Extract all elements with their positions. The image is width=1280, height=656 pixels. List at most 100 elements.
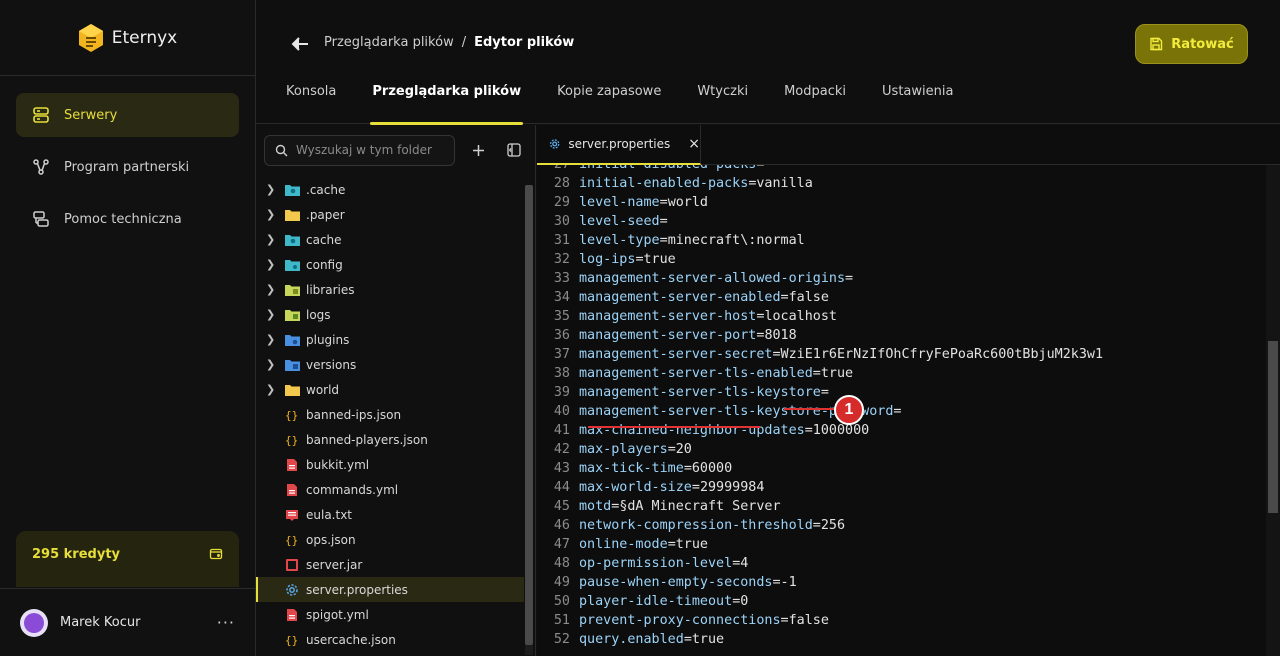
code-line[interactable]: 39 management-server-tls-keystore= xyxy=(537,383,1103,402)
chevron-right-icon[interactable]: ❯ xyxy=(266,308,280,321)
code-line[interactable]: 38 management-server-tls-enabled=true xyxy=(537,364,1103,383)
file-item[interactable]: ❯server.properties xyxy=(256,577,524,602)
txt-icon xyxy=(284,508,300,522)
property-value: 8018 xyxy=(764,328,797,343)
property-value: false xyxy=(788,613,829,628)
tab-file-browser[interactable]: Przeglądarka plików xyxy=(370,84,523,125)
code-line[interactable]: 43 max-tick-time=60000 xyxy=(537,459,1103,478)
tab-console[interactable]: Konsola xyxy=(286,84,336,124)
folder-item[interactable]: ❯ config xyxy=(256,252,524,277)
line-number: 33 xyxy=(553,271,570,286)
folder-item[interactable]: ❯ logs xyxy=(256,302,524,327)
folder-item[interactable]: ❯ world xyxy=(256,377,524,402)
chevron-right-icon[interactable]: ❯ xyxy=(266,333,280,346)
file-tree-scrollbar[interactable] xyxy=(525,185,533,655)
code-line[interactable]: 42 max-players=20 xyxy=(537,440,1103,459)
file-item[interactable]: ❯{}ops.json xyxy=(256,527,524,552)
editor-tab-server-properties[interactable]: server.properties × xyxy=(537,125,701,165)
code-line[interactable]: 27initial-disabled-packs= xyxy=(537,165,1103,174)
user-profile[interactable]: Marek Kocur ··· xyxy=(0,588,255,656)
tab-backups[interactable]: Kopie zapasowe xyxy=(557,84,661,124)
line-number: 50 xyxy=(553,594,570,609)
file-name: server.jar xyxy=(306,557,363,572)
code-line[interactable]: 47 online-mode=true xyxy=(537,535,1103,554)
code-line[interactable]: 48 op-permission-level=4 xyxy=(537,554,1103,573)
gear-icon xyxy=(284,583,300,597)
folder-item[interactable]: ❯ .paper xyxy=(256,202,524,227)
code-line[interactable]: 29 level-name=world xyxy=(537,193,1103,212)
yml-icon xyxy=(284,483,300,497)
close-icon[interactable]: × xyxy=(688,136,700,152)
code-line[interactable]: 31 level-type=minecraft\:normal xyxy=(537,231,1103,250)
sidebar-item-support[interactable]: Pomoc techniczna xyxy=(16,197,239,241)
code-area[interactable]: 27initial-disabled-packs= 28 initial-enabl… xyxy=(537,165,1267,656)
file-item[interactable]: ❯server.jar xyxy=(256,552,524,577)
code-line[interactable]: 51 prevent-proxy-connections=false xyxy=(537,611,1103,630)
chevron-right-icon[interactable]: ❯ xyxy=(266,383,280,396)
line-number: 49 xyxy=(553,575,570,590)
tab-plugins[interactable]: Wtyczki xyxy=(697,84,748,124)
code-line[interactable]: 35 management-server-host=localhost xyxy=(537,307,1103,326)
code-line[interactable]: 49 pause-when-empty-seconds=-1 xyxy=(537,573,1103,592)
more-options-icon[interactable]: ··· xyxy=(217,613,235,632)
file-item[interactable]: ❯{}usercache.json xyxy=(256,627,524,652)
property-value: 1000000 xyxy=(812,423,870,438)
code-line[interactable]: 33 management-server-allowed-origins= xyxy=(537,269,1103,288)
code-line[interactable]: 34 management-server-enabled=false xyxy=(537,288,1103,307)
property-value: minecraft\:normal xyxy=(667,233,805,248)
chevron-right-icon[interactable]: ❯ xyxy=(266,183,280,196)
property-key: management-server-tls-enabled xyxy=(579,366,813,381)
scrollbar-thumb[interactable] xyxy=(525,185,533,645)
file-item[interactable]: ❯spigot.yml xyxy=(256,602,524,627)
scrollbar-thumb[interactable] xyxy=(1268,341,1278,513)
chevron-right-icon[interactable]: ❯ xyxy=(266,283,280,296)
folder-item[interactable]: ❯ cache xyxy=(256,227,524,252)
folder-item[interactable]: ❯ .cache xyxy=(256,177,524,202)
chevron-right-icon[interactable]: ❯ xyxy=(266,358,280,371)
file-item[interactable]: ❯commands.yml xyxy=(256,477,524,502)
code-line[interactable]: 40 management-server-tls-keystore-passwor… xyxy=(537,402,1103,421)
code-line[interactable]: 32 log-ips=true xyxy=(537,250,1103,269)
tab-modpacks[interactable]: Modpacki xyxy=(784,84,846,124)
sidebar-item-partner[interactable]: Program partnerski xyxy=(16,145,239,189)
save-button[interactable]: Ratować xyxy=(1135,24,1248,64)
file-item[interactable]: ❯eula.txt xyxy=(256,502,524,527)
toggle-panel-button[interactable] xyxy=(501,137,527,163)
sidebar-item-servers[interactable]: Serwery xyxy=(16,93,239,137)
code-line[interactable]: 45 motd=§dA Minecraft Server xyxy=(537,497,1103,516)
chevron-right-icon[interactable]: ❯ xyxy=(266,233,280,246)
search-input[interactable] xyxy=(296,143,446,157)
code-line[interactable]: 52 query.enabled=true xyxy=(537,630,1103,649)
folder-item[interactable]: ❯ libraries xyxy=(256,277,524,302)
chevron-right-icon[interactable]: ❯ xyxy=(266,208,280,221)
code-line[interactable]: 37 management-server-secret=WziE1r6ErNzIf… xyxy=(537,345,1103,364)
code-line[interactable]: 41 max-chained-neighbor-updates=1000000 xyxy=(537,421,1103,440)
folder-item[interactable]: ❯ plugins xyxy=(256,327,524,352)
code-line[interactable]: 36 management-server-port=8018 xyxy=(537,326,1103,345)
code-line[interactable]: 44 max-world-size=29999984 xyxy=(537,478,1103,497)
property-key: initial-enabled-packs xyxy=(579,176,749,191)
brand[interactable]: Eternyx xyxy=(0,0,255,76)
property-value: vanilla xyxy=(756,176,813,191)
code-line[interactable]: 28 initial-enabled-packs=vanilla xyxy=(537,174,1103,193)
add-file-button[interactable] xyxy=(465,137,491,163)
code-line[interactable]: 46 network-compression-threshold=256 xyxy=(537,516,1103,535)
back-arrow-icon[interactable] xyxy=(290,34,310,54)
file-item[interactable]: ❯bukkit.yml xyxy=(256,452,524,477)
sidebar-toggle-icon xyxy=(507,143,521,157)
tab-settings[interactable]: Ustawienia xyxy=(882,84,953,124)
breadcrumb-file-browser[interactable]: Przeglądarka plików xyxy=(324,35,454,50)
search-box[interactable] xyxy=(264,134,455,166)
folder-item[interactable]: ❯ versions xyxy=(256,352,524,377)
credits-card[interactable]: 295 kredyty xyxy=(16,531,239,587)
chevron-right-icon[interactable]: ❯ xyxy=(266,258,280,271)
code-line[interactable]: 50 player-idle-timeout=0 xyxy=(537,592,1103,611)
file-item[interactable]: ❯{}banned-ips.json xyxy=(256,402,524,427)
file-name: world xyxy=(306,382,340,397)
editor-scrollbar[interactable] xyxy=(1266,165,1280,656)
line-number: 41 xyxy=(553,423,570,438)
file-item[interactable]: ❯{}banned-players.json xyxy=(256,427,524,452)
code-line[interactable]: 30 level-seed= xyxy=(537,212,1103,231)
sidebar-item-label: Serwery xyxy=(64,107,118,123)
line-number: 48 xyxy=(553,556,570,571)
